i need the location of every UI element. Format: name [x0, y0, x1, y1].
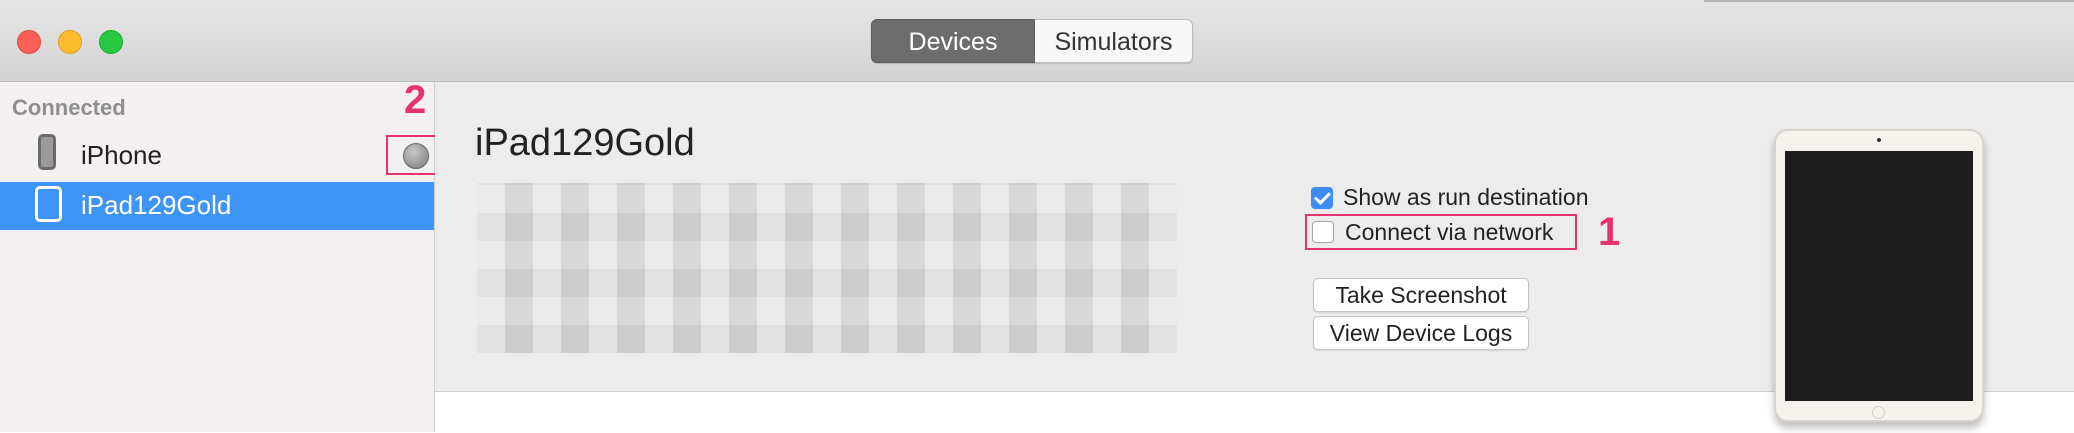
sidebar-item-ipad129gold[interactable]: iPad129Gold [0, 182, 434, 230]
zoom-window-button[interactable] [99, 30, 123, 54]
minimize-window-button[interactable] [58, 30, 82, 54]
callout-number-2: 2 [404, 78, 427, 122]
title-bar: Devices Simulators [0, 0, 2074, 82]
connected-section-label: Connected [12, 95, 126, 120]
ipad-home-button [1872, 406, 1885, 419]
iphone-icon [38, 134, 56, 170]
ipad-icon [35, 186, 62, 222]
devices-simulators-segmented-control: Devices Simulators [871, 19, 1193, 63]
devices-window: Devices Simulators Connected iPhone iPad… [0, 0, 2074, 433]
sidebar-item-label: iPhone [81, 140, 162, 170]
show-as-run-destination-checkbox[interactable] [1311, 187, 1333, 209]
sidebar-item-iphone[interactable]: iPhone [0, 132, 444, 180]
redacted-device-info [477, 183, 1177, 353]
ipad-camera [1877, 138, 1881, 142]
close-window-button[interactable] [17, 30, 41, 54]
show-as-run-destination-label: Show as run destination [1343, 184, 1589, 210]
device-sidebar: Connected iPhone iPad129Gold [0, 82, 444, 432]
ipad-screen [1785, 151, 1973, 401]
take-screenshot-button[interactable]: Take Screenshot [1313, 278, 1529, 312]
tab-devices[interactable]: Devices [871, 19, 1035, 63]
device-name-heading: iPad129Gold [475, 122, 695, 164]
callout-number-1: 1 [1598, 210, 1621, 254]
tab-simulators[interactable]: Simulators [1035, 19, 1193, 63]
connect-via-network-option[interactable]: Connect via network [1305, 214, 1577, 250]
sidebar-item-label: iPad129Gold [81, 190, 232, 220]
ipad-device-image [1774, 129, 1984, 422]
network-globe-icon [403, 143, 429, 169]
connect-via-network-checkbox[interactable] [1312, 221, 1334, 243]
connect-via-network-label: Connect via network [1345, 219, 1554, 245]
view-device-logs-button[interactable]: View Device Logs [1313, 316, 1529, 350]
window-edge-line [1704, 0, 2074, 2]
